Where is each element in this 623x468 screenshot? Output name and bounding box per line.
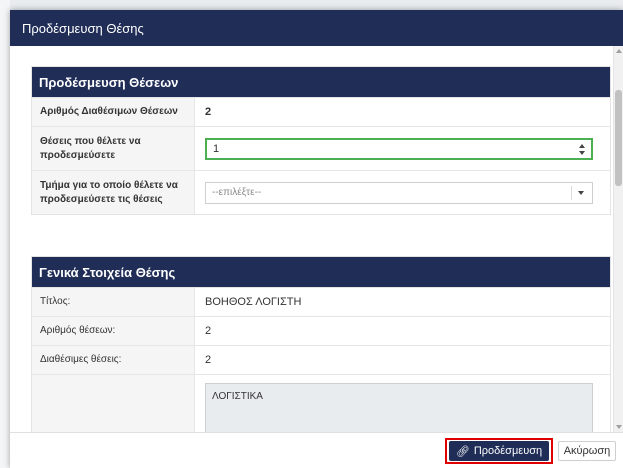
available-positions-label: Αριθμός Διαθέσιμων Θέσεων xyxy=(32,98,194,126)
modal-scrollbar[interactable] xyxy=(613,46,623,432)
title-label: Τίτλος: xyxy=(32,288,194,316)
scroll-down-icon[interactable] xyxy=(616,425,622,429)
spinner-arrows-icon[interactable] xyxy=(579,142,587,157)
positions-to-reserve-value: 1 xyxy=(213,142,220,155)
scrollbar-thumb[interactable] xyxy=(615,90,622,186)
positions-count-row: Αριθμός θέσεων: 2 xyxy=(32,316,610,345)
department-label: Τμήμα για το οποίο θέλετε να προδεσμεύσε… xyxy=(32,171,194,214)
department-select-value: --επιλέξτε-- xyxy=(212,186,262,198)
cancel-button[interactable]: Ακύρωση xyxy=(558,441,616,461)
available-count-label: Διαθέσιμες θέσεις: xyxy=(32,346,194,374)
available-count-row: Διαθέσιμες θέσεις: 2 xyxy=(32,345,610,374)
reserve-position-modal: Προδέσμευση Θέσης Προδέσμευση Θέσεων Αρι… xyxy=(10,10,623,468)
reserve-button-label: Προδέσμευση xyxy=(473,445,543,457)
description-row: ΛΟΓΙΣΤΙΚΑ xyxy=(32,374,610,432)
general-info-panel: Γενικά Στοιχεία Θέσης Τίτλος: ΒΟΗΘΟΣ ΛΟΓ… xyxy=(31,256,611,432)
positions-to-reserve-input[interactable]: 1 xyxy=(205,137,593,160)
modal-body: Προδέσμευση Θέσεων Αριθμός Διαθέσιμων Θέ… xyxy=(10,46,623,432)
chevron-down-icon xyxy=(578,190,584,195)
department-row: Τμήμα για το οποίο θέλετε να προδεσμεύσε… xyxy=(32,170,610,214)
positions-count-label: Αριθμός θέσεων: xyxy=(32,317,194,345)
link-icon: 🔗︎ xyxy=(455,445,470,458)
title-value: ΒΟΗΘΟΣ ΛΟΓΙΣΤΗ xyxy=(194,288,610,316)
positions-to-reserve-label: Θέσεις που θέλετε να προδεσμεύσετε xyxy=(32,127,194,170)
scroll-up-icon[interactable] xyxy=(616,49,622,53)
available-positions-row: Αριθμός Διαθέσιμων Θέσεων 2 xyxy=(32,97,610,126)
general-panel-heading: Γενικά Στοιχεία Θέσης xyxy=(32,257,610,287)
page-backdrop xyxy=(0,0,10,468)
department-select[interactable]: --επιλέξτε-- xyxy=(205,181,593,204)
modal-title: Προδέσμευση Θέσης xyxy=(10,10,623,46)
reserve-panel-heading: Προδέσμευση Θέσεων xyxy=(32,67,610,97)
title-row: Τίτλος: ΒΟΗΘΟΣ ΛΟΓΙΣΤΗ xyxy=(32,287,610,316)
positions-count-value: 2 xyxy=(194,317,610,345)
available-positions-value: 2 xyxy=(194,98,610,126)
description-label xyxy=(32,375,194,432)
description-textarea[interactable]: ΛΟΓΙΣΤΙΚΑ xyxy=(205,383,593,432)
modal-footer: 🔗︎ Προδέσμευση Ακύρωση xyxy=(10,432,623,468)
reserve-positions-panel: Προδέσμευση Θέσεων Αριθμός Διαθέσιμων Θέ… xyxy=(31,66,611,215)
positions-to-reserve-row: Θέσεις που θέλετε να προδεσμεύσετε 1 xyxy=(32,126,610,170)
reserve-button[interactable]: 🔗︎ Προδέσμευση xyxy=(449,441,549,461)
available-count-value: 2 xyxy=(194,346,610,374)
